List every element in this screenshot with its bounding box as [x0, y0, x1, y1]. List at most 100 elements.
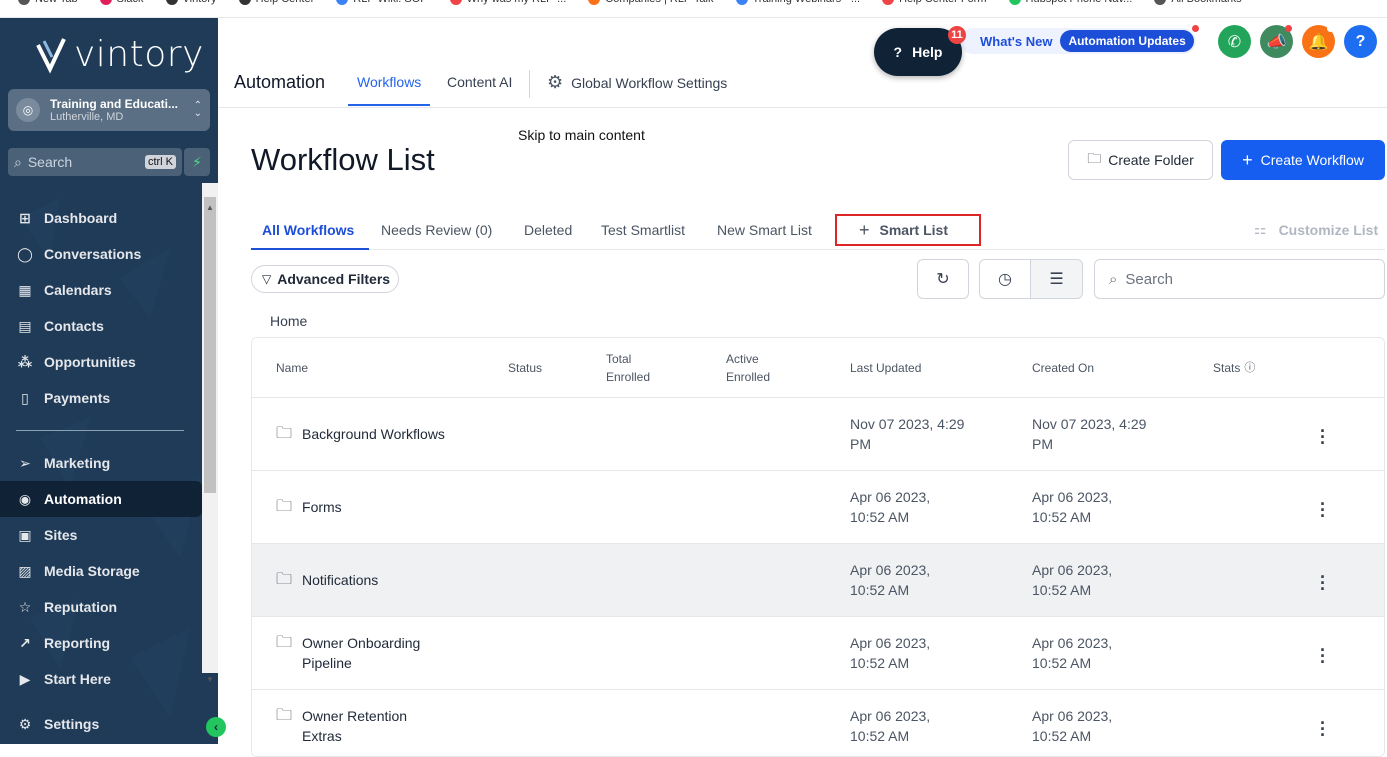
col-active-line2: Enrolled	[726, 370, 771, 384]
bookmark-item[interactable]: Vintory	[165, 0, 217, 5]
account-switcher[interactable]: ◎ Training and Educati... Lutherville, M…	[8, 89, 210, 131]
sidebar-item-calendars[interactable]: ▦ Calendars	[0, 272, 202, 308]
sidebar-item-conversations[interactable]: ◯ Conversations	[0, 236, 202, 272]
row-menu-kebab-icon[interactable]: · · ·	[1320, 641, 1326, 671]
last-updated-line1: Apr 06 2023,	[850, 708, 931, 724]
bookmark-item[interactable]: New Tab	[18, 0, 78, 5]
tab-test-smartlist[interactable]: Test Smartlist	[601, 222, 685, 238]
table-row[interactable]: 🗀 Owner Onboarding Pipeline Apr 06 2023, 10:…	[252, 617, 1384, 690]
row-menu-kebab-icon[interactable]: · · ·	[1320, 568, 1326, 598]
automation-updates-pill[interactable]: Automation Updates	[1060, 30, 1194, 52]
search-icon: ⌕	[1109, 270, 1118, 288]
bookmark-favicon-icon	[449, 0, 462, 5]
top-header: Automation Workflows Content AI ⚙ Global…	[218, 18, 1387, 108]
sidebar-item-contacts[interactable]: ▤ Contacts	[0, 308, 202, 344]
folder-name: Owner Retention Extras	[302, 706, 407, 746]
tab-all-workflows[interactable]: All Workflows	[262, 222, 354, 238]
row-menu-kebab-icon[interactable]: · · ·	[1320, 422, 1326, 452]
sidebar-item-marketing[interactable]: ➢ Marketing	[0, 445, 202, 481]
last-updated-line2: 10:52 AM	[850, 728, 910, 744]
sidebar-item-start-here[interactable]: ▶ Start Here	[0, 661, 202, 697]
tab-needs-review[interactable]: Needs Review (0)	[381, 222, 492, 238]
tab-workflows[interactable]: Workflows	[357, 74, 421, 90]
bookmark-item[interactable]: Training Webinars - ...	[735, 0, 861, 5]
sidebar-item-reporting[interactable]: ↗ Reporting	[0, 625, 202, 661]
tab-deleted[interactable]: Deleted	[524, 222, 572, 238]
advanced-filters-button[interactable]: ▽ Advanced Filters	[251, 265, 399, 293]
clock-icon[interactable]: ◷	[979, 259, 1031, 299]
quick-actions-bolt-icon[interactable]: ⚡	[184, 148, 210, 176]
sidebar-item-media-storage[interactable]: ▨ Media Storage	[0, 553, 202, 589]
workflow-search-input[interactable]: ⌕ Search	[1094, 259, 1385, 299]
question-circle-icon[interactable]: ?	[1344, 25, 1377, 58]
folder-name-cell[interactable]: 🗀 Owner Onboarding Pipeline	[276, 633, 420, 673]
table-row[interactable]: 🗀 Owner Retention Extras Apr 06 2023, 10:52 …	[252, 690, 1384, 756]
bookmark-item[interactable]: Hubspot Phone Nav...	[1008, 0, 1132, 5]
bookmark-item[interactable]: Help Center Form	[882, 0, 987, 5]
global-workflow-settings[interactable]: ⚙ Global Workflow Settings	[547, 72, 727, 93]
col-last-updated[interactable]: Last Updated	[850, 359, 921, 377]
scroll-down-arrow-icon[interactable]: ▼	[204, 675, 216, 684]
breadcrumb[interactable]: Home	[270, 313, 307, 329]
table-row[interactable]: 🗀 Background Workflows Nov 07 2023, 4:29 PM…	[252, 398, 1384, 471]
bookmark-item[interactable]: Slack	[99, 0, 144, 5]
bookmark-label: Training Webinars - ...	[753, 0, 861, 5]
bookmark-item[interactable]: Help Center	[238, 0, 314, 5]
table-row[interactable]: 🗀 Notifications Apr 06 2023, 10:52 AM Apr 06…	[252, 544, 1384, 617]
folder-name-cell[interactable]: 🗀 Notifications	[276, 570, 378, 590]
table-row[interactable]: 🗀 Forms Apr 06 2023, 10:52 AM Apr 06 2023, 10…	[252, 471, 1384, 544]
sidebar-search[interactable]: ⌕ Search ctrl K	[8, 148, 182, 176]
whats-new-banner[interactable]: What's New Automation Updates	[960, 28, 1196, 54]
folder-icon: 🗀	[276, 425, 293, 442]
phone-icon[interactable]: ✆	[1218, 25, 1251, 58]
sidebar-item-payments[interactable]: ▯ Payments	[0, 380, 202, 416]
bookmark-item[interactable]: All Bookmarks	[1154, 0, 1242, 5]
add-smart-list-label: Smart List	[879, 222, 948, 238]
tab-content-ai[interactable]: Content AI	[447, 74, 512, 90]
row-menu-kebab-icon[interactable]: · · ·	[1320, 714, 1326, 744]
skip-link[interactable]: Skip to main content	[518, 127, 645, 143]
sidebar-nav: ⊞ Dashboard ◯ Conversations ▦ Calendars ▤ Conta…	[0, 200, 202, 697]
row-menu-kebab-icon[interactable]: · · ·	[1320, 495, 1326, 525]
bookmark-label: New Tab	[35, 0, 78, 5]
tab-new-smart-list[interactable]: New Smart List	[717, 222, 812, 238]
sidebar-item-automation[interactable]: ◉ Automation	[0, 481, 202, 517]
bookmark-item[interactable]: Why was my RLP-...	[449, 0, 566, 5]
collapse-sidebar-icon[interactable]: ‹	[206, 717, 226, 737]
sidebar-item-label: Settings	[44, 716, 100, 732]
list-view-icon[interactable]: ☰	[1030, 259, 1083, 299]
customize-list-button[interactable]: ⚏ Customize List	[1254, 221, 1378, 238]
help-label: Help	[912, 44, 943, 60]
sidebar-item-dashboard[interactable]: ⊞ Dashboard	[0, 200, 202, 236]
sidebar-item-settings[interactable]: ⚙ Settings	[0, 706, 202, 742]
folder-name-cell[interactable]: 🗀 Forms	[276, 497, 342, 517]
bookmark-favicon-icon	[882, 0, 895, 5]
create-workflow-button[interactable]: + Create Workflow	[1221, 140, 1385, 180]
folder-name-cell[interactable]: 🗀 Owner Retention Extras	[276, 706, 407, 746]
sidebar-scroll-thumb[interactable]	[204, 197, 216, 493]
created-on-line2: PM	[1032, 436, 1053, 452]
col-created-on[interactable]: Created On	[1032, 359, 1094, 377]
bookmark-label: Slack	[117, 0, 144, 5]
info-icon[interactable]: ⓘ	[1244, 359, 1255, 377]
folder-name-cell[interactable]: 🗀 Background Workflows	[276, 424, 445, 444]
sidebar: vintory ◎ Training and Educati... Luther…	[0, 18, 218, 744]
bookmark-item[interactable]: RLP Wiki: SOP	[336, 0, 428, 5]
add-smart-list-button[interactable]: + Smart List	[835, 214, 981, 246]
bookmark-item[interactable]: Companies | RLP Talk	[588, 0, 714, 5]
sidebar-item-reputation[interactable]: ☆ Reputation	[0, 589, 202, 625]
vintory-logo[interactable]: vintory	[34, 34, 204, 75]
folder-name-line1: Notifications	[302, 572, 379, 588]
scroll-up-arrow-icon[interactable]: ▲	[204, 203, 216, 212]
bookmark-favicon-icon	[336, 0, 349, 5]
history-icon[interactable]: ↻	[917, 259, 969, 299]
sidebar-item-sites[interactable]: ▣ Sites	[0, 517, 202, 553]
sidebar-item-label: Conversations	[44, 246, 142, 262]
folder-name-line2: Pipeline	[302, 655, 352, 671]
sidebar-item-opportunities[interactable]: ⁂ Opportunities	[0, 344, 202, 380]
bookmark-favicon-icon	[99, 0, 112, 5]
bookmark-label: Companies | RLP Talk	[605, 0, 713, 5]
sidebar-item-label: Payments	[44, 390, 111, 406]
create-folder-button[interactable]: 🗀 Create Folder	[1068, 140, 1213, 180]
logo-mark-icon	[36, 37, 66, 74]
